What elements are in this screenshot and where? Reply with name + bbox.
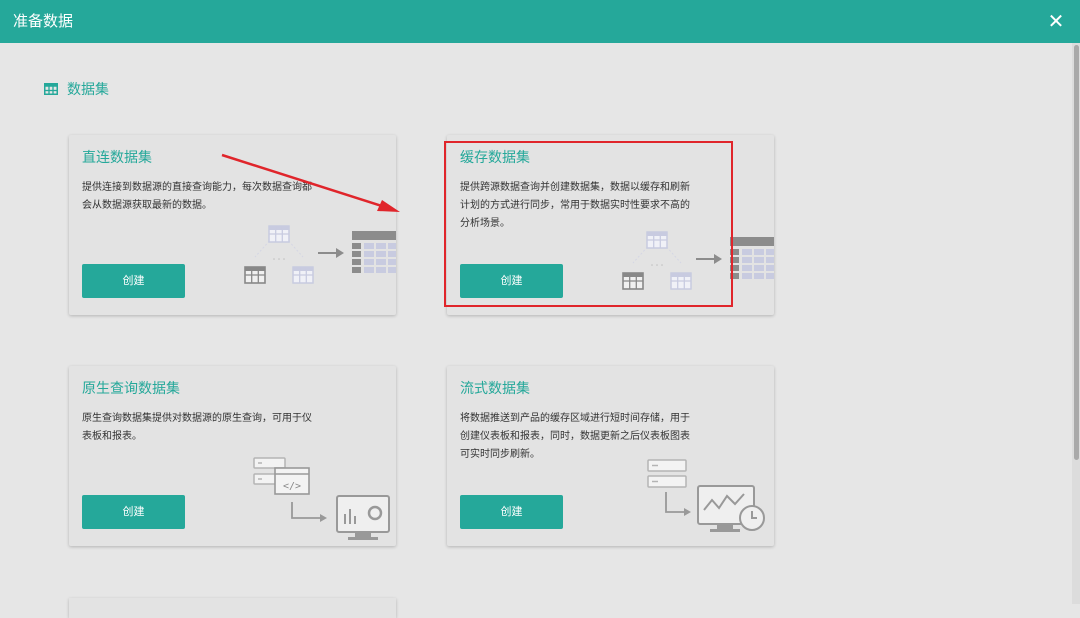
close-icon[interactable]: ✕ [1044,9,1068,33]
dialog-header: 准备数据 ✕ [0,0,1080,43]
datasets-to-table-icon [622,231,774,290]
scrollbar-thumb[interactable] [1074,45,1079,460]
server-code-to-monitor-icon [252,456,391,542]
card-native-query-dataset: 原生查询数据集 原生查询数据集提供对数据源的原生查询，可用于仪 表板和报表。 创… [69,366,396,546]
datasets-to-table-icon [244,225,396,284]
scrollbar[interactable] [1072,43,1080,604]
server-to-monitor-clock-icon [647,459,765,533]
card-direct-dataset: 直连数据集 提供连接到数据源的直接查询能力，每次数据查询都 会从数据源获取最新的… [69,135,396,315]
card-stream-dataset: 流式数据集 将数据推送到产品的缓存区域进行短时间存储，用于 创建仪表板和报表，同… [447,366,774,546]
dialog-title: 准备数据 [13,12,74,30]
card-partial [69,598,396,618]
card-cache-dataset: 缓存数据集 提供跨源数据查询并创建数据集，数据以缓存和刷新 计划的方式进行同步，… [447,135,774,315]
table-icon [44,83,58,95]
section-title: 数据集 [67,82,109,98]
